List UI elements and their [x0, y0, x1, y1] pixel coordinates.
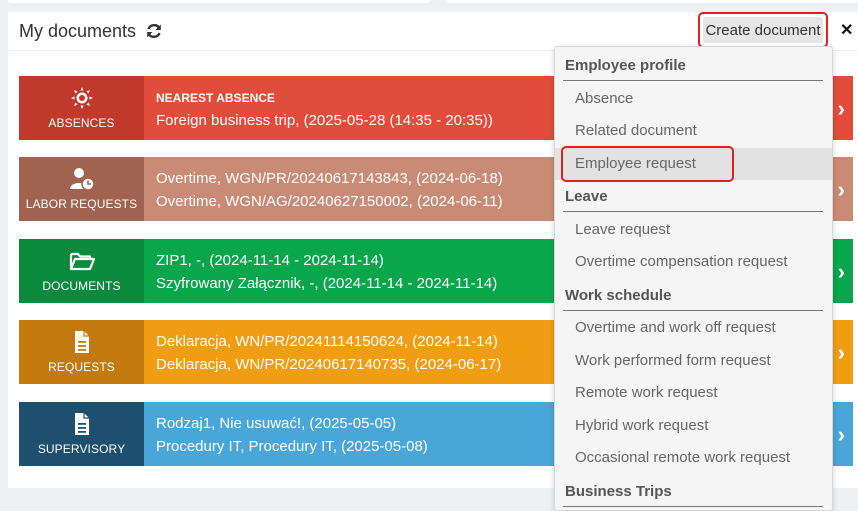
dropdown-item-label: Remote work request — [575, 384, 718, 401]
tile-line-1: Overtime, WGN/PR/20240617143843, (2024-0… — [156, 170, 503, 187]
dropdown-item-leave-request[interactable]: Leave request — [555, 214, 832, 246]
top-strip — [0, 0, 858, 10]
dropdown-item-remote-work-request[interactable]: Remote work request — [555, 377, 832, 409]
tile-side: ABSENCES — [19, 76, 144, 140]
tile-line-2: Szyfrowany Załącznik, -, (2024-11-14 - 2… — [156, 275, 498, 292]
tile-label: REQUESTS — [48, 360, 115, 374]
chevron-right-icon: › — [837, 422, 845, 447]
dropdown-item-label: Work performed form request — [575, 352, 771, 369]
refresh-icon[interactable] — [145, 22, 163, 40]
tile-line-2: Procedury IT, Procedury IT, (2025-05-08) — [156, 438, 428, 455]
dropdown-item-occasional-remote-work-request[interactable]: Occasional remote work request — [555, 442, 832, 474]
create-document-label: Create document — [703, 17, 823, 43]
tile-side: LABOR REQUESTS — [19, 157, 144, 221]
tile-line-1: ZIP1, -, (2024-11-14 - 2024-11-14) — [156, 252, 384, 269]
top-card-edge-left — [8, 0, 430, 3]
tile-label: LABOR REQUESTS — [25, 197, 138, 211]
tile-line-2: Overtime, WGN/AG/20240627150002, (2024-0… — [156, 193, 503, 210]
sun-icon — [70, 87, 93, 109]
dropdown-divider — [563, 80, 823, 81]
dropdown-item-label: Related document — [575, 122, 697, 139]
tile-label: SUPERVISORY — [37, 442, 126, 456]
create-document-button[interactable]: Create document — [698, 12, 828, 48]
dropdown-divider — [563, 506, 823, 507]
tile-side: DOCUMENTS — [19, 239, 144, 303]
dropdown-item-work-performed-form-request[interactable]: Work performed form request — [555, 345, 832, 377]
highlight-box — [561, 146, 734, 182]
dropdown-divider — [563, 310, 823, 311]
tile-side: REQUESTS — [19, 320, 144, 384]
dropdown-item-related-document[interactable]: Related document — [555, 115, 832, 147]
dropdown-item-label: Occasional remote work request — [575, 449, 791, 466]
dropdown-item-hybrid-work-request[interactable]: Hybrid work request — [555, 410, 832, 442]
tile-line-2: Deklaracja, WN/PR/20240617140735, (2024-… — [156, 356, 502, 373]
tile-line-2: Foreign business trip, (2025-05-28 (14:3… — [156, 112, 493, 129]
folder-open-icon — [69, 252, 95, 271]
document-icon — [74, 413, 89, 435]
chevron-right-icon: › — [837, 259, 845, 284]
tile-line-1: Deklaracja, WN/PR/20241114150624, (2024-… — [156, 333, 498, 350]
create-document-dropdown: Employee profile Absence Related documen… — [554, 46, 833, 511]
tile-line-1: NEAREST ABSENCE — [156, 91, 275, 105]
chevron-right-icon: › — [837, 177, 845, 202]
dropdown-item-overtime-work-off-request[interactable]: Overtime and work off request — [555, 312, 832, 344]
card-title: My documents — [19, 21, 137, 41]
chevron-right-icon: › — [837, 96, 845, 121]
dropdown-item-label: Hybrid work request — [575, 417, 709, 434]
dropdown-item-label: Overtime and work off request — [575, 319, 776, 336]
chevron-right-icon: › — [837, 340, 845, 365]
document-icon — [74, 331, 89, 353]
dropdown-divider — [563, 211, 823, 212]
dropdown-section-employee-profile: Employee profile — [565, 57, 686, 74]
tile-line-1: Rodzaj1, Nie usuwać!, (2025-05-05) — [156, 415, 397, 432]
dropdown-section-leave: Leave — [565, 188, 608, 205]
dropdown-item-label: Absence — [575, 90, 634, 107]
dropdown-item-absence[interactable]: Absence — [555, 83, 832, 115]
tile-label: DOCUMENTS — [42, 279, 121, 293]
dropdown-section-business-trips: Business Trips — [565, 483, 672, 500]
tile-side: SUPERVISORY — [19, 402, 144, 466]
user-clock-icon — [69, 168, 95, 191]
dropdown-item-label: Overtime compensation request — [575, 253, 788, 270]
dropdown-section-work-schedule: Work schedule — [565, 287, 672, 304]
top-card-edge-right — [446, 0, 858, 3]
tile-label: ABSENCES — [48, 116, 115, 130]
dropdown-item-label: Leave request — [575, 221, 671, 238]
close-icon[interactable]: ✕ — [840, 20, 853, 40]
dropdown-item-overtime-compensation-request[interactable]: Overtime compensation request — [555, 246, 832, 278]
